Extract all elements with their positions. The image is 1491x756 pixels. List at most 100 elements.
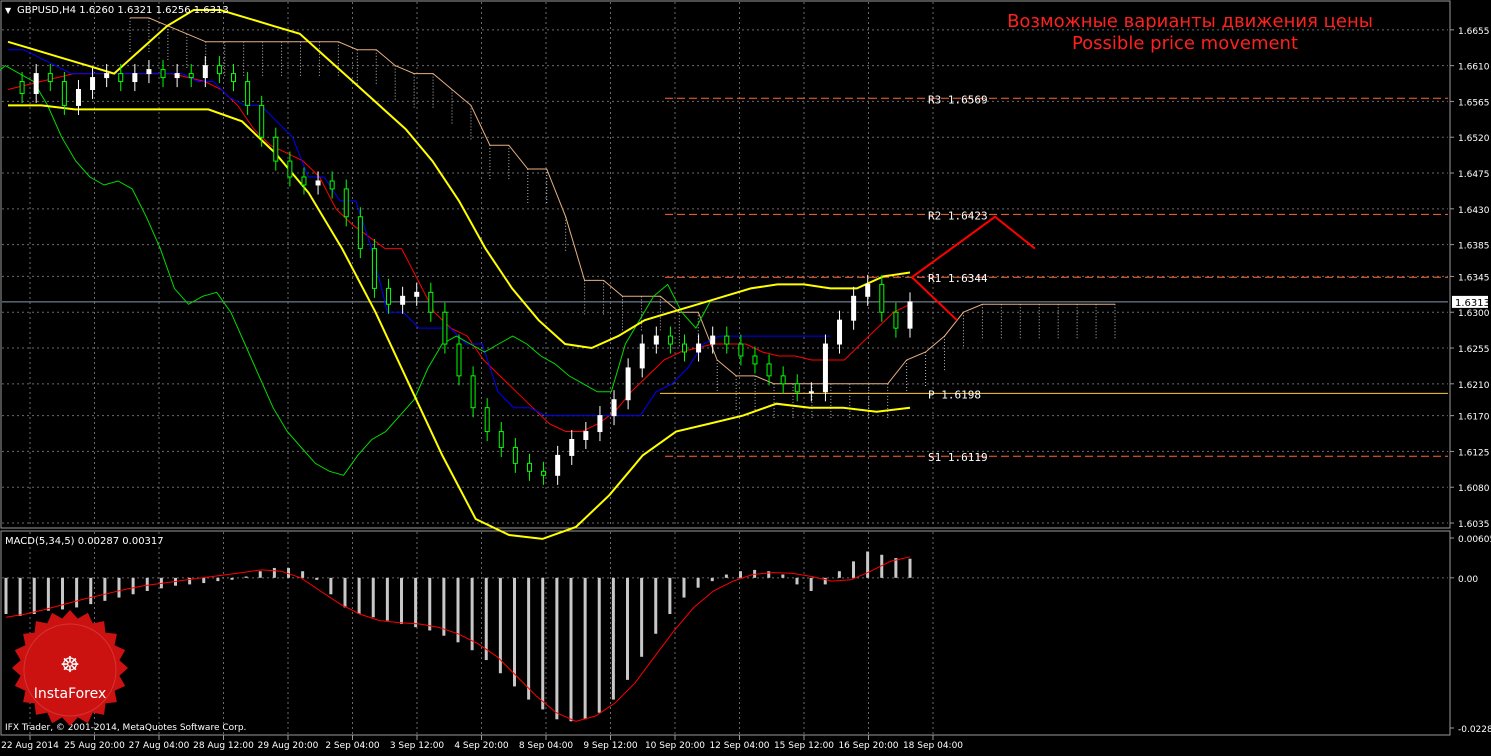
macd-bar [329,577,333,595]
macd-bar [230,577,234,580]
candle-body [202,65,208,79]
macd-title: MACD(5,34,5) 0.00287 0.00317 [5,536,164,547]
candle-body [470,375,476,409]
candle-body [400,295,406,305]
y-tick-label: 1.6210 [1458,381,1490,391]
macd-bar [385,577,389,621]
macd-bar [668,577,672,615]
candle-body [837,319,843,345]
macd-bar [470,577,474,651]
x-tick-label: 4 Sep 20:00 [454,741,509,751]
macd-y-tick-label: 0.00605 [1458,535,1491,545]
candle-body [710,335,716,345]
x-tick-label: 3 Sep 12:00 [390,741,445,751]
macd-bar [837,571,841,578]
macd-bar [315,577,319,580]
candle-body [780,375,786,385]
triangle-down-icon[interactable]: ▼ [5,6,12,15]
x-tick-label: 29 Aug 20:00 [258,741,319,751]
candle-body [329,180,335,190]
candle-body [301,176,307,186]
price-axis: 1.6655 1.6610 1.6565 1.6520 1.6475 1.6430 1.63… [1450,27,1491,735]
candle-body [879,283,885,313]
macd-bar [188,577,192,585]
candle-body [188,73,194,79]
candle-body [794,383,800,393]
candle-body [428,291,434,313]
candle-body [851,295,857,321]
macd-bar [301,571,305,578]
candle-body [639,343,645,369]
macd-bar [75,577,79,608]
macd-bar [640,577,644,657]
candle-body [245,81,251,106]
macd-bar [682,577,686,598]
candle-body [583,431,589,440]
y-tick-label: 1.6610 [1458,63,1490,73]
candle-body [498,431,504,448]
x-tick-label: 22 Aug 2014 [1,741,59,751]
macd-bar [131,577,135,595]
macd-bar [216,577,220,582]
candle-body [132,73,138,83]
y-tick-label: 1.6565 [1458,98,1490,108]
macd-bar [908,558,912,578]
candle-body [526,462,532,472]
candle-body [357,216,363,250]
overlay-title-en: Possible price movement [1072,33,1298,54]
macd-bar [272,567,276,578]
macd-bar [145,577,149,591]
macd-bar [357,577,361,615]
candle-body [160,69,166,79]
macd-bar [852,561,855,578]
macd-bar [795,577,799,585]
candle-body [512,446,518,464]
macd-bar [456,577,460,643]
macd-bar [781,574,785,578]
price-tag-text: 1.6313 [1455,298,1490,309]
macd-bar [442,577,446,636]
candle-body [752,355,758,365]
candle-body [625,367,631,401]
x-tick-label: 2 Sep 04:00 [325,741,380,751]
macd-bar [89,577,93,605]
candle-body [259,104,265,138]
macd-bar [767,571,771,578]
macd-bar [710,577,714,582]
candle-body [738,343,744,357]
y-tick-label: 1.6475 [1458,170,1490,180]
x-tick-label: 15 Sep 12:00 [774,741,834,751]
logo-text: InstaForex [34,686,107,702]
macd-bar [258,571,262,578]
macd-bar [823,577,827,585]
macd-bar [626,577,629,680]
candle-body [696,343,702,353]
level-label: S1 1.6119 [928,451,988,464]
candle-body [611,399,617,417]
macd-bar [555,577,559,720]
copyright-text: IFX Trader, © 2001-2014, MetaQuotes Soft… [5,723,246,733]
x-tick-label: 25 Aug 20:00 [64,741,125,751]
candle-body [90,77,96,91]
macd-bar [696,577,700,588]
candle-body [822,343,828,393]
candle-body [653,335,659,345]
candle-body [174,73,180,79]
candle-body [442,311,448,345]
level-label: R3 1.6569 [928,93,988,106]
candle-body [456,343,462,377]
macd-bar [866,551,870,578]
macd-bar [103,577,107,601]
candle-body [231,73,236,83]
macd-bar [569,577,573,722]
y-tick-label: 1.6255 [1458,345,1490,355]
candle-body [47,73,53,83]
overlay-title-ru: Возможные варианты движения цены [1007,11,1373,32]
x-tick-label: 12 Sep 04:00 [709,741,769,751]
macd-bar [371,577,375,618]
x-tick-label: 27 Aug 04:00 [129,741,190,751]
y-tick-label: 1.6125 [1458,448,1490,458]
y-tick-label: 1.6520 [1458,134,1490,144]
candle-body [61,81,67,106]
candle-body [118,73,124,83]
